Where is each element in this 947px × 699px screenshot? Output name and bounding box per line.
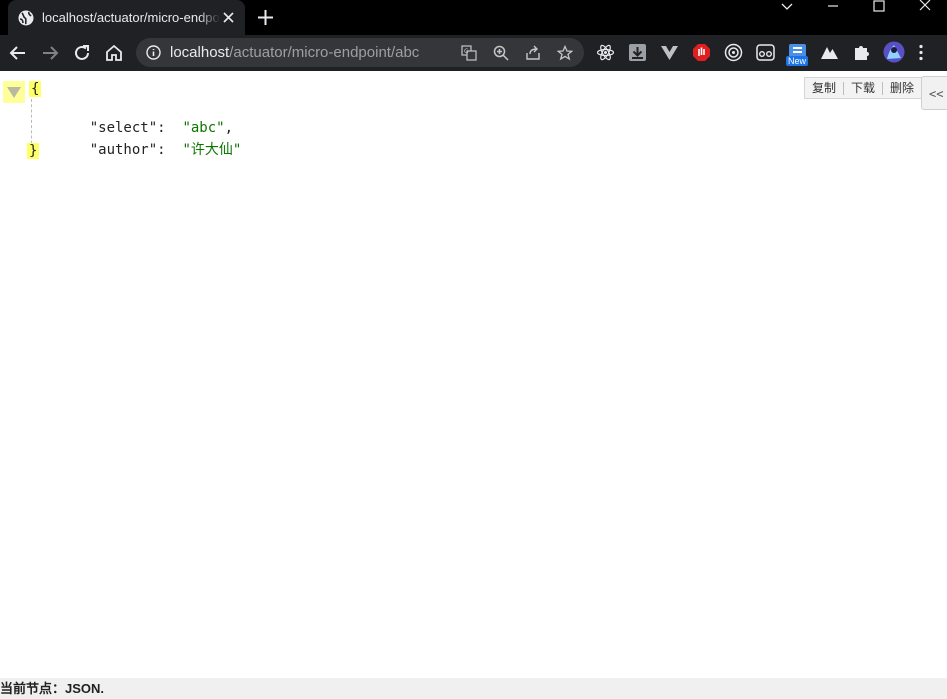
translate-icon[interactable]: G xyxy=(461,45,477,61)
minimize-icon[interactable] xyxy=(826,0,840,14)
react-devtools-icon[interactable] xyxy=(596,43,615,62)
collapse-toggle[interactable] xyxy=(3,81,25,103)
forward-arrow-icon[interactable] xyxy=(40,43,60,63)
collapse-panel-button[interactable]: << xyxy=(921,76,947,110)
globe-icon xyxy=(18,10,34,25)
delete-button[interactable]: 删除 xyxy=(883,81,923,95)
json-sep: : xyxy=(157,142,183,158)
json-key: "author" xyxy=(89,142,158,158)
json-value: "许大仙" xyxy=(182,142,242,158)
url-path: /actuator/micro-endpoint/abc xyxy=(229,44,420,61)
url-host: localhost xyxy=(170,44,230,61)
glasses-icon[interactable] xyxy=(756,43,775,62)
json-viewer: { "select": "abc", "author": "许大仙" } 复制 … xyxy=(0,71,947,678)
status-bar: 当前节点：JSON. xyxy=(0,678,947,699)
triangle-down-icon xyxy=(7,87,21,98)
vue-devtools-icon[interactable] xyxy=(660,43,679,62)
json-toolbar: 复制 下载 删除 xyxy=(804,77,924,99)
copy-button[interactable]: 复制 xyxy=(805,81,845,95)
svg-text:G: G xyxy=(464,48,469,55)
new-tab-plus-icon[interactable] xyxy=(257,9,274,26)
home-icon[interactable] xyxy=(104,43,124,63)
tab-strip: localhost/actuator/micro-endpoint/abc xyxy=(0,0,947,35)
share-icon[interactable] xyxy=(525,45,541,61)
maximize-icon[interactable] xyxy=(872,0,886,14)
bookmark-star-icon[interactable] xyxy=(557,45,573,61)
stop-hand-icon[interactable] xyxy=(692,43,711,62)
address-bar[interactable]: localhost/actuator/micro-endpoint/abc G xyxy=(136,38,584,67)
close-brace[interactable]: } xyxy=(27,143,40,159)
download-extension-icon[interactable] xyxy=(628,43,647,62)
menu-dots-icon[interactable] xyxy=(918,43,924,62)
open-brace[interactable]: { xyxy=(29,81,42,97)
close-tab-icon[interactable] xyxy=(222,11,235,24)
target-icon[interactable] xyxy=(724,43,743,62)
chevron-down-icon[interactable] xyxy=(780,0,794,14)
zoom-icon[interactable] xyxy=(493,45,509,61)
indent-guide xyxy=(31,99,32,149)
mountain-icon[interactable] xyxy=(820,43,839,62)
reload-icon[interactable] xyxy=(72,43,92,63)
json-entry-author[interactable]: "author": "许大仙" xyxy=(56,123,242,177)
profile-avatar[interactable] xyxy=(883,41,905,63)
browser-toolbar: localhost/actuator/micro-endpoint/abc G xyxy=(0,35,947,71)
url-text[interactable]: localhost/actuator/micro-endpoint/abc xyxy=(170,44,419,61)
new-badge: New xyxy=(786,56,809,66)
puzzle-icon[interactable] xyxy=(852,43,871,62)
back-arrow-icon[interactable] xyxy=(8,43,28,63)
close-window-icon[interactable] xyxy=(918,0,932,14)
site-info-icon[interactable] xyxy=(146,45,161,60)
active-tab[interactable]: localhost/actuator/micro-endpoint/abc xyxy=(8,0,245,35)
download-button[interactable]: 下载 xyxy=(844,81,884,95)
tab-title: localhost/actuator/micro-endpoint/abc xyxy=(42,10,220,25)
